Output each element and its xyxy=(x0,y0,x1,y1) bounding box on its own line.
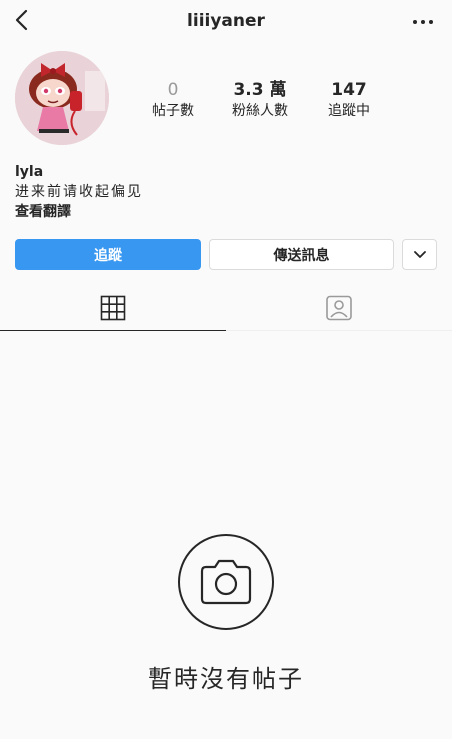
posts-count: 0 xyxy=(167,80,179,100)
stat-followers[interactable]: 3.3 萬 粉絲人數 xyxy=(215,80,305,120)
following-count: 147 xyxy=(331,80,367,100)
avatar[interactable] xyxy=(15,51,109,145)
suggested-accounts-button[interactable] xyxy=(402,239,437,270)
top-bar: liiiyaner xyxy=(0,0,452,44)
stat-posts[interactable]: 0 帖子數 xyxy=(128,80,218,120)
empty-camera xyxy=(177,533,275,631)
bio-text: 进来前请收起偏见 xyxy=(15,184,143,200)
profile-tabs xyxy=(0,285,452,331)
message-button[interactable]: 傳送訊息 xyxy=(209,239,394,270)
more-horizontal-icon xyxy=(413,20,433,24)
avatar-image xyxy=(15,51,109,145)
tab-tagged[interactable] xyxy=(226,285,452,331)
tab-posts-grid[interactable] xyxy=(0,285,226,331)
display-name: lyla xyxy=(15,164,44,180)
grid-icon xyxy=(100,295,126,320)
tagged-user-icon xyxy=(326,295,352,321)
posts-label: 帖子數 xyxy=(152,103,194,119)
followers-label: 粉絲人數 xyxy=(232,103,288,119)
profile-bio: lyla 进来前请收起偏见 查看翻譯 xyxy=(15,162,143,222)
profile-username: liiiyaner xyxy=(187,11,265,31)
more-options-button[interactable] xyxy=(408,8,438,34)
following-label: 追蹤中 xyxy=(328,103,370,119)
follow-button[interactable]: 追蹤 xyxy=(15,239,201,270)
followers-count: 3.3 萬 xyxy=(233,80,287,100)
empty-state-text: 暫時沒有帖子 xyxy=(148,665,304,693)
see-translation-link[interactable]: 查看翻譯 xyxy=(15,202,143,222)
stat-following[interactable]: 147 追蹤中 xyxy=(304,80,394,120)
camera-icon xyxy=(178,534,274,630)
chevron-down-icon xyxy=(413,250,426,258)
